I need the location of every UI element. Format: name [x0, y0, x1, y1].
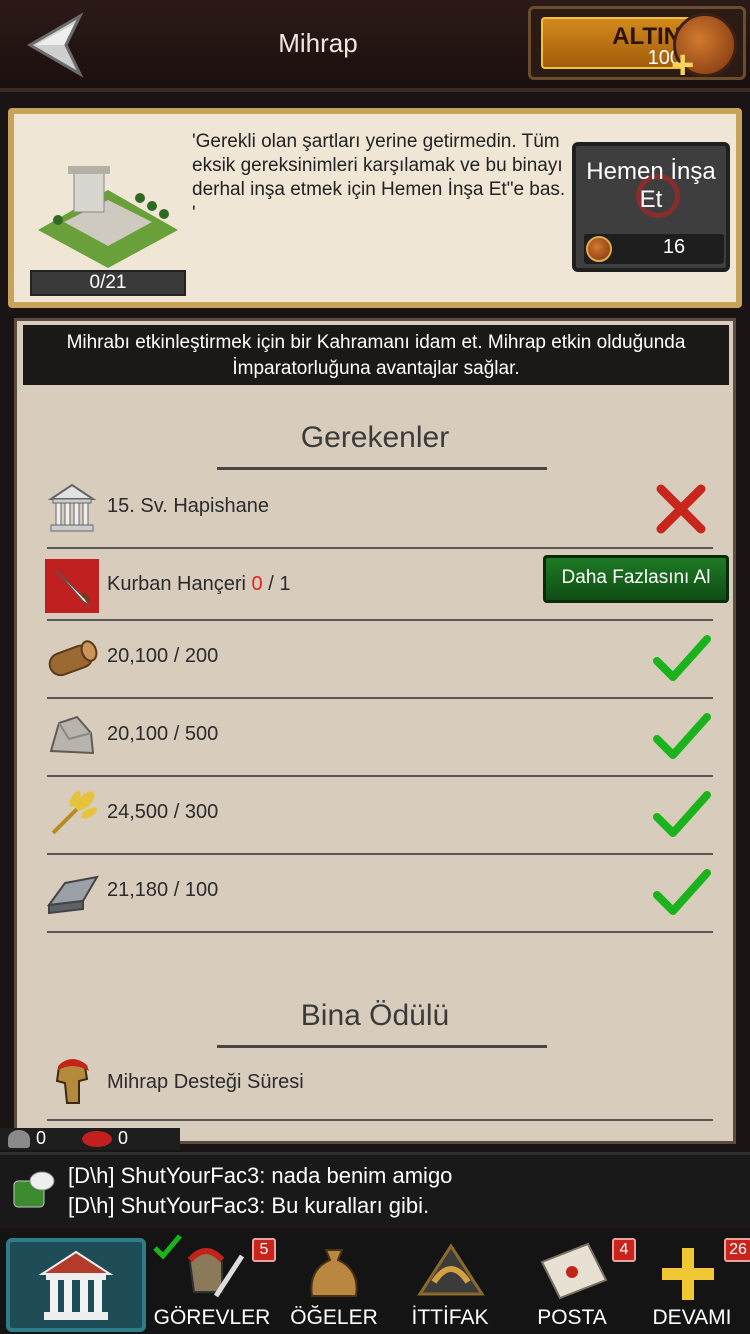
requirements-panel: Mihrabı etkinleştirmek için bir Kahraman…: [14, 318, 736, 1144]
gold-bar: ALTIN 100: [541, 17, 691, 69]
checkmark-icon: [653, 791, 711, 837]
nav-label: DEVAMI: [652, 1306, 732, 1329]
nav-quests[interactable]: 5 GÖREVLER: [152, 1232, 276, 1334]
helmet-quill-icon: [187, 1248, 244, 1298]
dagger-label: Kurban Hançeri: [107, 573, 246, 595]
users-count: 0: [36, 1128, 47, 1148]
item-bag-icon: [310, 1249, 358, 1297]
top-bar: Mihrap ALTIN 100 +: [0, 0, 750, 92]
back-arrow-icon[interactable]: [22, 10, 92, 80]
requirement-row-wood: 20,100 / 200: [41, 625, 711, 695]
divider: [47, 853, 713, 855]
chat-bubble-icon[interactable]: [12, 1169, 56, 1213]
requirement-row-food: 24,500 / 300: [41, 781, 711, 851]
page-title: Mihrap: [278, 28, 358, 58]
build-now-button[interactable]: Hemen İnşa Et 16: [572, 142, 730, 272]
divider: [47, 697, 713, 699]
gold-coin-icon: [586, 236, 612, 262]
nav-label: POSTA: [537, 1306, 607, 1329]
divider: [47, 619, 713, 621]
nav-mail[interactable]: 4 POSTA: [512, 1232, 636, 1334]
gold-counter[interactable]: ALTIN 100 +: [528, 6, 746, 85]
requirement-label: 20,100 / 500: [107, 723, 219, 745]
nav-items[interactable]: ÖĞELER: [274, 1232, 394, 1334]
iron-ingot-icon: [46, 875, 99, 915]
build-info-panel: 0/21 'Gerekli olan şartları yerine getir…: [8, 108, 742, 308]
home-button[interactable]: [6, 1238, 146, 1332]
nav-label: GÖREVLER: [153, 1306, 271, 1329]
checkmark-icon: [653, 635, 711, 681]
wheat-icon: [51, 790, 98, 835]
reward-title: Bina Ödülü: [300, 999, 450, 1032]
alliance-helmet-icon: [417, 1243, 485, 1296]
messages-count: 0: [118, 1128, 129, 1148]
requirements-warning: 'Gerekli olan şartları yerine getirmedin…: [192, 131, 566, 224]
altar-building-icon: [38, 166, 178, 268]
build-cost-value: 16: [662, 236, 686, 258]
get-more-button[interactable]: Daha Fazlasını Al: [543, 555, 729, 603]
requirements-title: Gerekenler: [300, 421, 450, 454]
divider: [47, 547, 713, 549]
chat-message: [D\h] ShutYourFac3: Bu kuralları gibi.: [68, 1193, 430, 1218]
requirement-label: Kurban Hançeri 0 / 1: [107, 573, 290, 596]
divider: [217, 1045, 547, 1048]
chat-message: [D\h] ShutYourFac3: nada benim amigo: [68, 1163, 453, 1188]
dagger-icon: [45, 559, 99, 613]
bottom-nav: 5 GÖREVLER ÖĞELER İTTİFAK 4 POSTA 26 DEV…: [0, 1232, 750, 1334]
checkmark-icon: [153, 1234, 182, 1260]
divider: [47, 931, 713, 933]
stone-icon: [49, 715, 95, 755]
spartan-helmet-icon: [55, 1059, 89, 1104]
build-progress: 0/21: [30, 270, 186, 296]
plus-icon: [662, 1248, 714, 1300]
divider: [217, 467, 547, 470]
wood-log-icon: [48, 640, 98, 677]
message-bubble-icon: [82, 1131, 112, 1147]
building-description: Mihrabı etkinleştirmek için bir Kahraman…: [23, 325, 729, 385]
add-gold-icon[interactable]: +: [671, 45, 694, 85]
requirement-label: 24,500 / 300: [107, 801, 219, 823]
dagger-count-need: / 1: [268, 573, 291, 595]
checkmark-icon: [653, 713, 711, 759]
dagger-count-have: 0: [251, 573, 263, 595]
reward-row: Mihrap Desteği Süresi: [41, 1051, 711, 1121]
divider: [47, 1119, 713, 1121]
requirement-row-iron: 21,180 / 100: [41, 859, 711, 929]
divider: [47, 775, 713, 777]
build-now-cost: 16: [584, 234, 724, 264]
requirement-row-prison: 15. Sv. Hapishane: [41, 475, 711, 545]
requirement-row-stone: 20,100 / 500: [41, 703, 711, 773]
chat-panel[interactable]: [D\h] ShutYourFac3: nada benim amigo [D\…: [0, 1152, 750, 1228]
requirement-label: 21,180 / 100: [107, 879, 219, 901]
quests-badge: 5: [252, 1238, 276, 1262]
nav-more[interactable]: 26 DEVAMI: [632, 1232, 750, 1334]
checkmark-icon: [653, 869, 711, 915]
user-icon: [8, 1130, 30, 1148]
reward-label: Mihrap Desteği Süresi: [107, 1071, 304, 1093]
requirement-label: 20,100 / 200: [107, 645, 219, 667]
palace-icon: [38, 1250, 114, 1320]
nav-label: İTTİFAK: [411, 1306, 489, 1329]
mail-envelope-icon: [540, 1242, 608, 1300]
online-status-strip: 0 0: [0, 1128, 180, 1150]
requirement-label: 15. Sv. Hapishane: [107, 495, 269, 517]
more-badge: 26: [724, 1238, 750, 1262]
requirement-row-dagger: Kurban Hançeri 0 / 1 Daha Fazlasını Al: [41, 553, 729, 623]
cross-icon: [656, 484, 706, 534]
build-now-label: Hemen İnşa Et: [586, 158, 716, 213]
nav-label: ÖĞELER: [290, 1306, 378, 1329]
prison-building-icon: [47, 483, 97, 532]
nav-alliance[interactable]: İTTİFAK: [390, 1232, 510, 1334]
